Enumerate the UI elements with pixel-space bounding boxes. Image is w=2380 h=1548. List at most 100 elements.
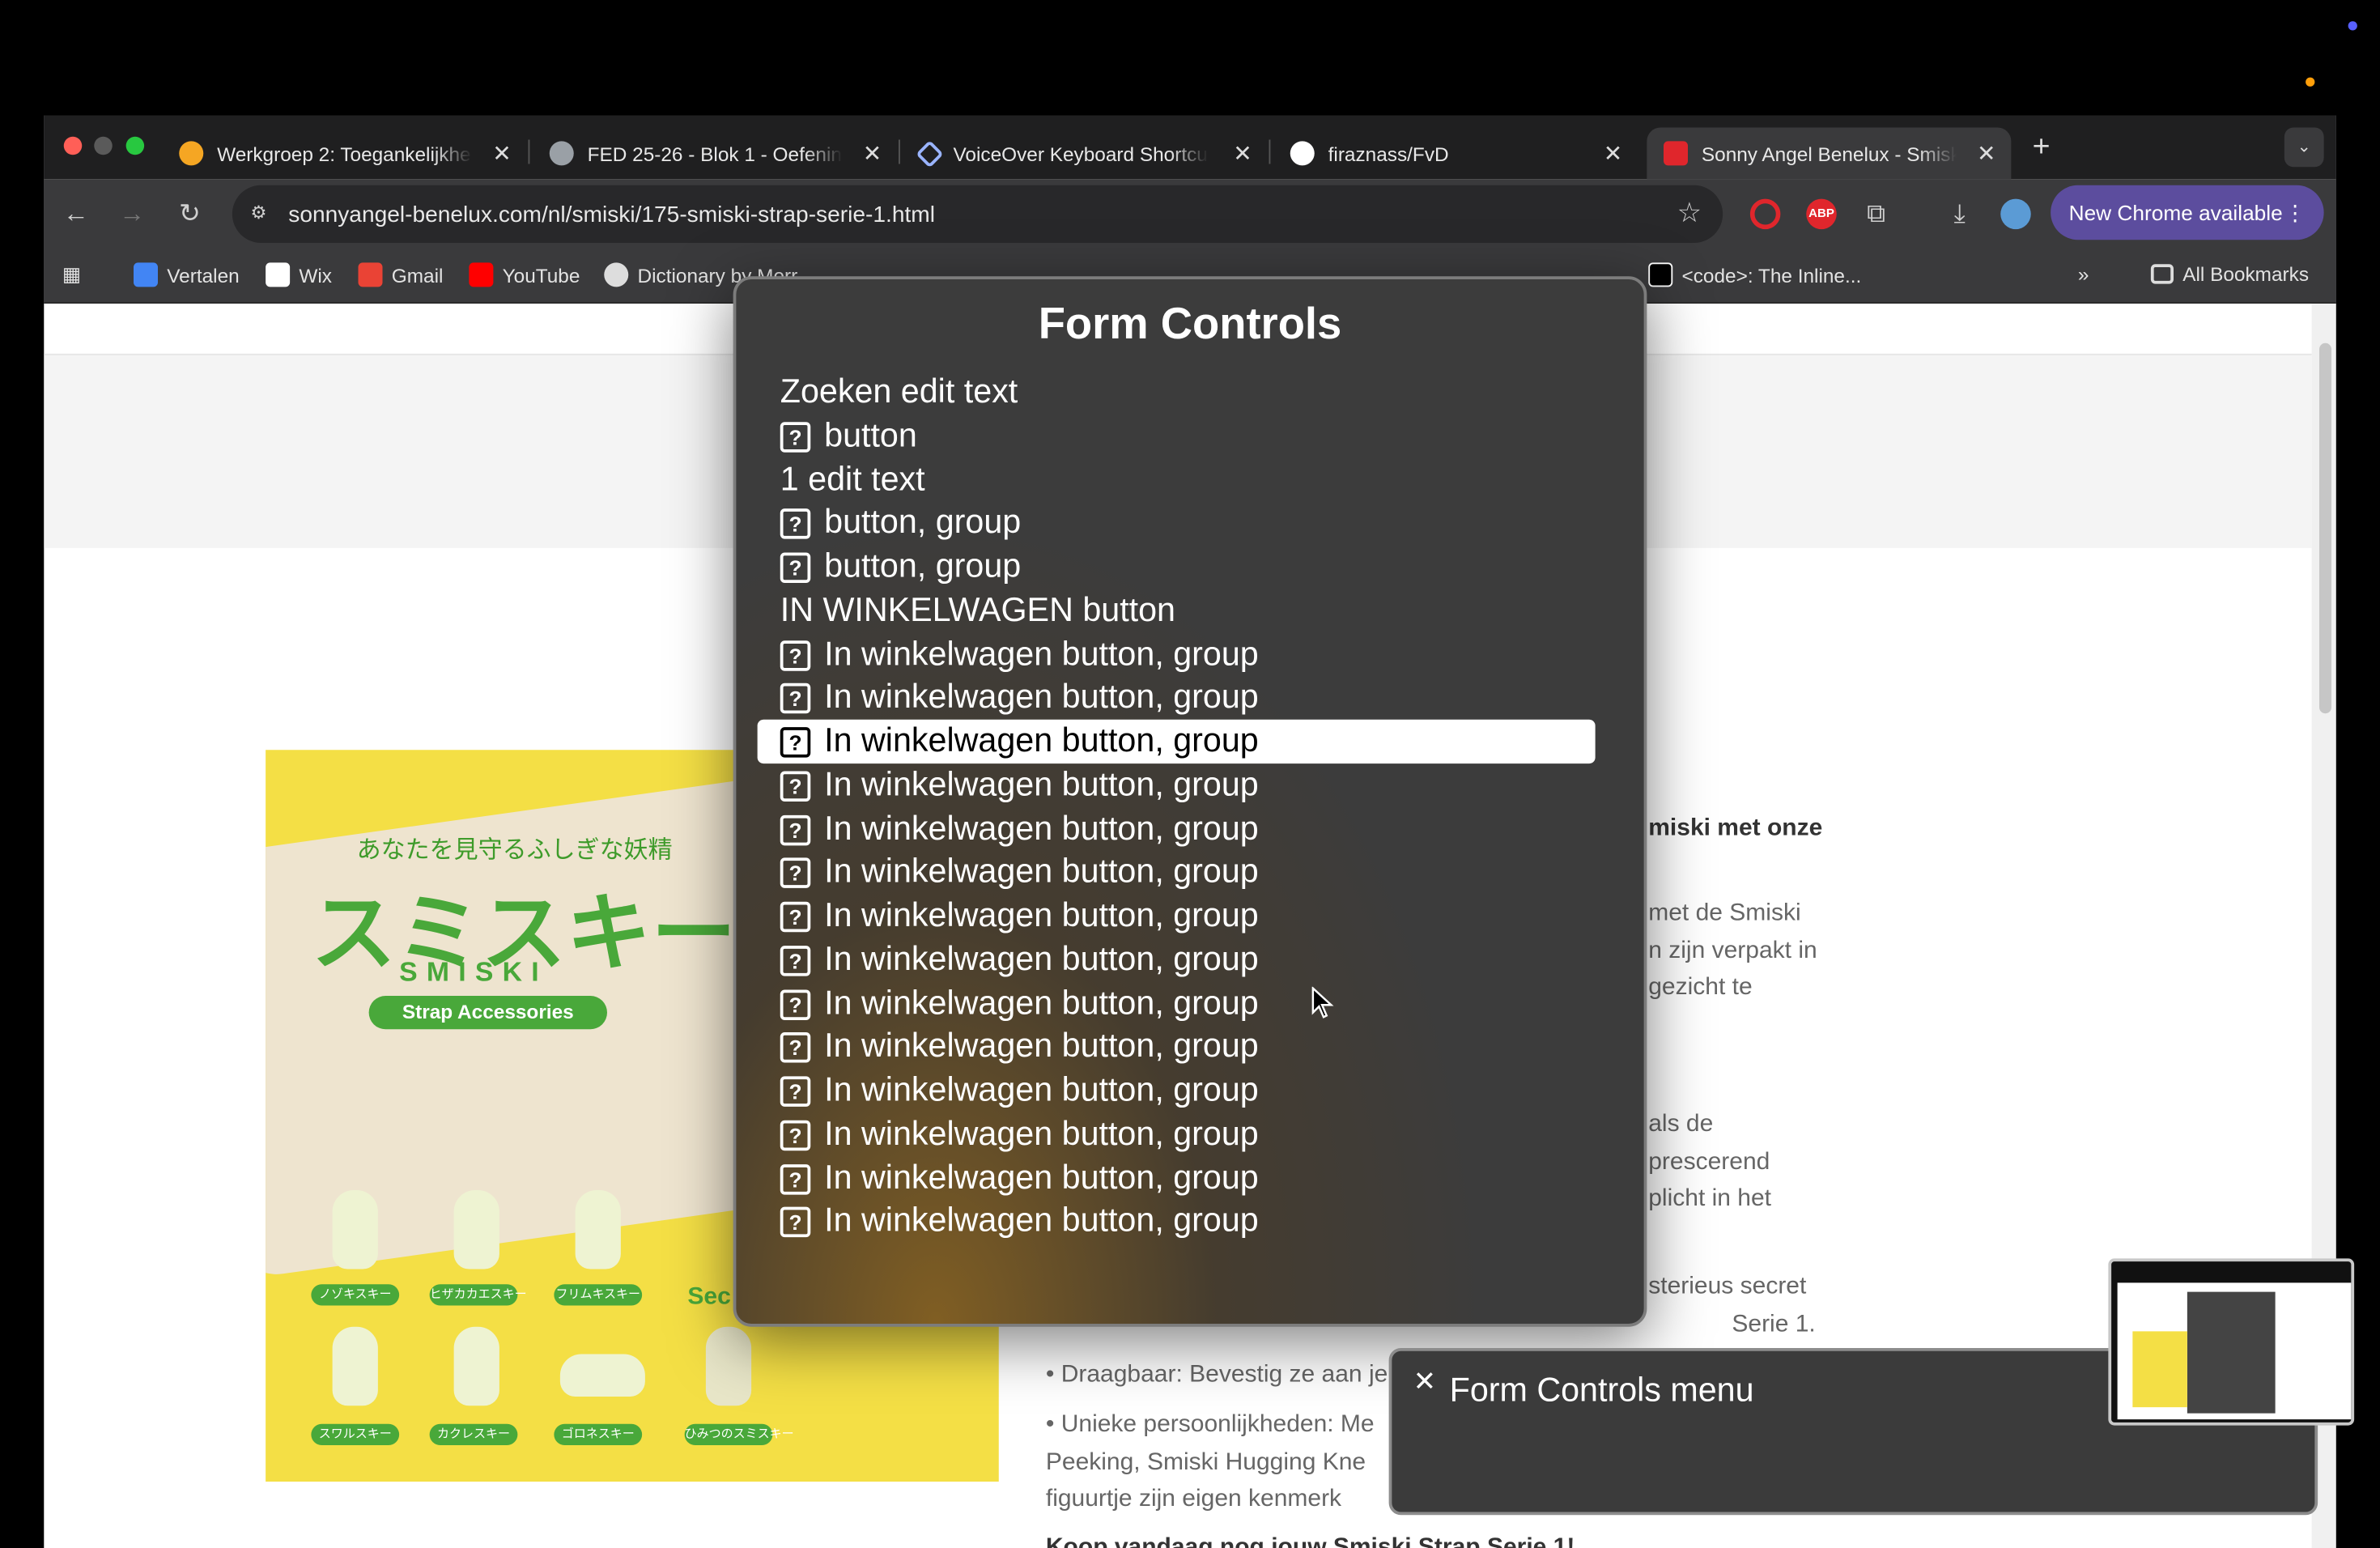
- rotor-item[interactable]: ? In winkelwagen button, group: [758, 938, 1596, 981]
- figure-label: スワルスキー: [311, 1423, 400, 1445]
- smiski-figure: [453, 1190, 499, 1269]
- tab-separator: [1269, 139, 1271, 164]
- rotor-item[interactable]: ? In winkelwagen button, group: [758, 850, 1596, 894]
- rotor-item[interactable]: ? In winkelwagen button, group: [758, 981, 1596, 1025]
- site-settings-icon[interactable]: ⚙: [250, 202, 271, 223]
- smiski-figure: [575, 1190, 621, 1269]
- rotor-list: Zoeken edit text? button 1 edit text? butto…: [757, 371, 1596, 1244]
- smiski-figure: [332, 1190, 378, 1269]
- rotor-item[interactable]: ? In winkelwagen button, group: [758, 894, 1596, 938]
- macos-top-area: [0, 0, 2380, 116]
- mdn-icon: [1648, 262, 1673, 287]
- unknown-element-icon: ?: [780, 1076, 811, 1107]
- description-p1: met de Smiski n zijn verpakt in gezicht …: [1648, 895, 2380, 1007]
- reload-icon[interactable]: ↻: [170, 194, 210, 234]
- close-window-button[interactable]: [63, 136, 83, 155]
- tab-voiceover[interactable]: VoiceOver Keyboard Shortcuts ✕: [903, 128, 1268, 180]
- rotor-item[interactable]: ? button, group: [758, 545, 1596, 589]
- rotor-item[interactable]: ? In winkelwagen button, group: [758, 1200, 1596, 1244]
- forward-arrow-icon[interactable]: →: [113, 194, 152, 234]
- bookmark-vertalen[interactable]: Vertalen: [134, 262, 240, 287]
- record-extension-icon[interactable]: [1749, 198, 1781, 230]
- close-tab-icon[interactable]: ✕: [863, 140, 882, 167]
- youtube-icon: [469, 262, 494, 287]
- all-bookmarks[interactable]: All Bookmarks: [2150, 262, 2310, 286]
- tab-title: VoiceOver Keyboard Shortcuts: [953, 142, 1209, 165]
- smiski-figure: [705, 1326, 752, 1406]
- rotor-item[interactable]: ? In winkelwagen button, group: [757, 719, 1596, 763]
- profile-avatar[interactable]: [2000, 198, 2031, 230]
- translate-icon: [134, 262, 158, 287]
- product-pill: Strap Accessories: [368, 996, 607, 1030]
- all-bookmarks-label: All Bookmarks: [2182, 262, 2310, 286]
- rotor-item[interactable]: Zoeken edit text: [758, 371, 1596, 415]
- rotor-item-label: In winkelwagen button, group: [824, 1157, 1259, 1196]
- address-bar[interactable]: ⚙ sonnyangel-benelux.com/nl/smiski/175-s…: [232, 185, 1723, 243]
- tab-fed[interactable]: FED 25-26 - Blok 1 - Oefening ✕: [533, 128, 897, 180]
- tab-github[interactable]: firaznass/FvD ✕: [1273, 128, 1638, 180]
- rotor-item[interactable]: ? In winkelwagen button, group: [758, 807, 1596, 851]
- close-tab-icon[interactable]: ✕: [492, 140, 512, 167]
- kebab-menu-icon[interactable]: ⋮: [2284, 185, 2306, 240]
- folder-icon: [2150, 264, 2174, 284]
- more-bookmarks-chevron-icon[interactable]: »: [2078, 262, 2089, 285]
- tab-search-button[interactable]: ⌄: [2284, 127, 2324, 168]
- adblock-extension-icon[interactable]: ABP: [1806, 198, 1837, 230]
- product-jp-tagline: あなたを見守るふしぎな妖精: [356, 838, 673, 864]
- sonny-angel-favicon-icon: [1664, 141, 1688, 166]
- tab-separator: [528, 139, 530, 164]
- extensions-puzzle-icon[interactable]: ⧉: [1856, 194, 1896, 234]
- bookmark-label: Vertalen: [167, 263, 240, 287]
- bookmark-label: YouTube: [502, 263, 580, 287]
- zoom-window-button[interactable]: [125, 136, 145, 155]
- new-tab-button[interactable]: +: [2033, 130, 2051, 165]
- rotor-item-label: Zoeken edit text: [780, 372, 1018, 410]
- rotor-item[interactable]: ? button: [758, 414, 1596, 457]
- description-cta: Koop vandaag nog jouw Smiski Strap Serie…: [1045, 1534, 1575, 1548]
- close-tab-icon[interactable]: ✕: [1604, 140, 1623, 167]
- tab-sonny-angel[interactable]: Sonny Angel Benelux - Smiski ✕: [1647, 127, 2012, 180]
- bookmark-youtube[interactable]: YouTube: [469, 262, 580, 287]
- update-chrome-button[interactable]: New Chrome available ⋮: [2051, 185, 2324, 240]
- close-tab-icon[interactable]: ✕: [1977, 140, 1996, 167]
- figure-label: Sec: [687, 1284, 731, 1311]
- bookmark-gmail[interactable]: Gmail: [358, 262, 443, 287]
- rotor-item[interactable]: ? In winkelwagen button, group: [758, 1025, 1596, 1069]
- downloads-icon[interactable]: ⤓: [1940, 194, 1979, 234]
- url-text[interactable]: sonnyangel-benelux.com/nl/smiski/175-smi…: [288, 202, 935, 228]
- close-tab-icon[interactable]: ✕: [1233, 140, 1252, 167]
- rotor-item[interactable]: ? In winkelwagen button, group: [758, 763, 1596, 807]
- bookmark-wix[interactable]: Wix: [266, 262, 332, 287]
- figure-label: ひみつのスミスキー: [684, 1423, 794, 1445]
- rotor-item-label: button: [824, 415, 917, 454]
- rotor-item[interactable]: ? In winkelwagen button, group: [758, 676, 1596, 720]
- back-arrow-icon[interactable]: ←: [56, 194, 96, 234]
- rotor-item[interactable]: 1 edit text: [758, 457, 1596, 501]
- unknown-element-icon: ?: [780, 1032, 811, 1063]
- tab-werkgroep[interactable]: Werkgroep 2: Toegankelijkheid ✕: [163, 128, 527, 180]
- rotor-item[interactable]: ? button, group: [758, 501, 1596, 545]
- tab-title: FED 25-26 - Blok 1 - Oefening: [587, 142, 843, 165]
- scrollbar-thumb[interactable]: [2319, 342, 2331, 714]
- rotor-item-label: In winkelwagen button, group: [824, 895, 1259, 934]
- screenshot-thumbnail[interactable]: [2108, 1258, 2355, 1426]
- rotor-item[interactable]: ? In winkelwagen button, group: [758, 1156, 1596, 1200]
- rotor-item[interactable]: IN WINKELWAGEN button: [758, 589, 1596, 632]
- unknown-element-icon: ?: [780, 727, 811, 758]
- rotor-item[interactable]: ? In winkelwagen button, group: [758, 1112, 1596, 1156]
- bookmark-star-icon[interactable]: ☆: [1677, 198, 1702, 229]
- bookmark-code-inline[interactable]: <code>: The Inline...: [1648, 262, 1861, 287]
- rotor-item-label: In winkelwagen button, group: [824, 1113, 1259, 1152]
- unknown-element-icon: ?: [780, 640, 811, 670]
- rotor-item[interactable]: ? In winkelwagen button, group: [758, 632, 1596, 676]
- apps-grid-icon[interactable]: ▦: [62, 262, 81, 287]
- rotor-item-label: In winkelwagen button, group: [824, 852, 1259, 891]
- close-caption-icon[interactable]: ✕: [1413, 1367, 1436, 1398]
- description-line: als de: [1648, 1111, 1714, 1138]
- rotor-item-label: In winkelwagen button, group: [824, 633, 1259, 672]
- minimize-window-button[interactable]: [94, 136, 113, 155]
- rotor-item[interactable]: ? In winkelwagen button, group: [758, 1069, 1596, 1112]
- unknown-element-icon: ?: [780, 421, 811, 453]
- rotor-item-label: IN WINKELWAGEN button: [780, 589, 1176, 628]
- mouse-cursor-icon: [1311, 986, 1334, 1019]
